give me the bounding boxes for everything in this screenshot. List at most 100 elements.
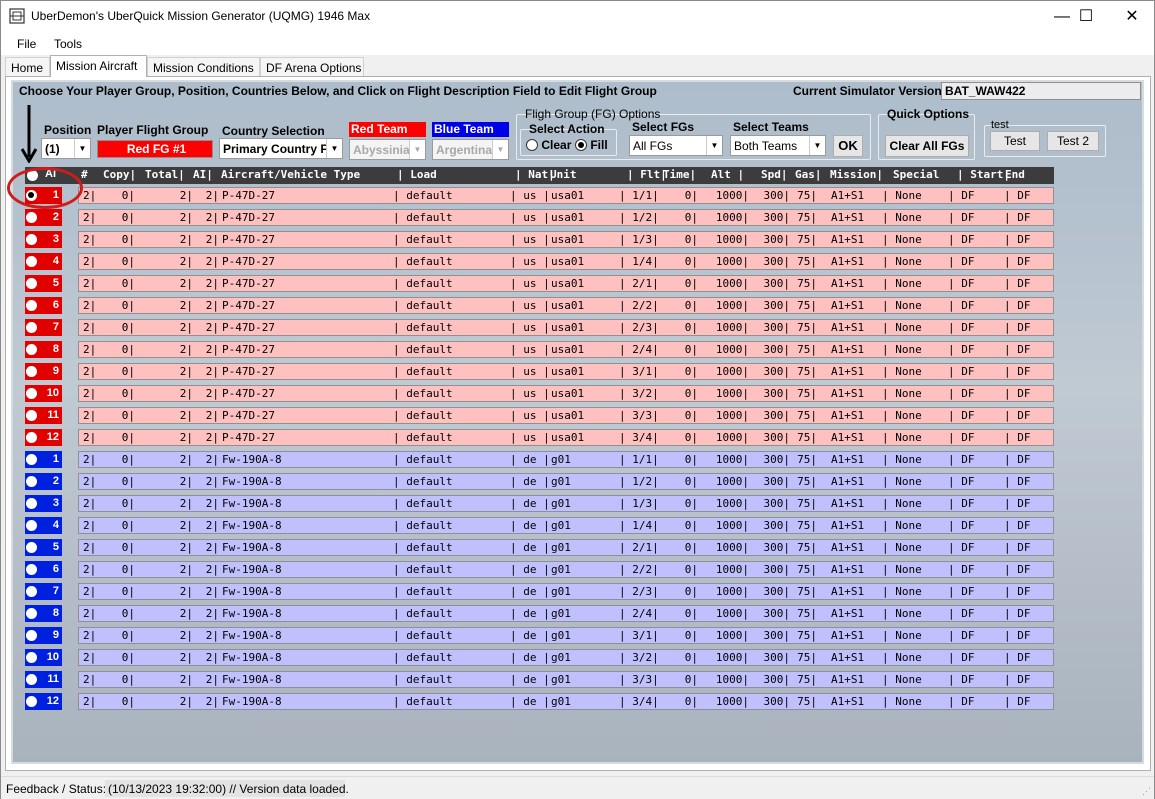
flight-description-field[interactable]: 2| 0| 2| 2| Fw-190A-8 | default | de | g01 | 1/3… xyxy=(78,495,1054,512)
fg-select-button[interactable]: 11 xyxy=(25,407,62,424)
fg-select-button[interactable]: 4 xyxy=(25,517,62,534)
position-dropdown[interactable]: (1) ▼ xyxy=(41,138,91,159)
cell-nat: | us | xyxy=(510,255,550,268)
fg-select-button[interactable]: 2 xyxy=(25,209,62,226)
flight-description-field[interactable]: 2| 0| 2| 2| Fw-190A-8 | default | de | g01 | 3/3… xyxy=(78,671,1054,688)
select-teams-dropdown[interactable]: Both Teams ▼ xyxy=(730,135,826,156)
tab-home[interactable]: Home xyxy=(5,57,50,77)
cell-gas: 75| xyxy=(797,409,817,422)
cell-special: | None xyxy=(882,255,922,268)
fg-select-button[interactable]: 3 xyxy=(25,231,62,248)
fg-select-button[interactable]: 9 xyxy=(25,627,62,644)
fg-select-button[interactable]: 9 xyxy=(25,363,62,380)
flight-description-field[interactable]: 2| 0| 2| 2| P-47D-27 | default | us | usa01 | 3/… xyxy=(78,385,1054,402)
flight-description-field[interactable]: 2| 0| 2| 2| Fw-190A-8 | default | de | g01 | 1/4… xyxy=(78,517,1054,534)
blue-team-dropdown[interactable]: Argentina ▼ xyxy=(432,139,509,160)
test-button[interactable]: Test xyxy=(990,131,1040,151)
fg-select-button[interactable]: 12 xyxy=(25,693,62,710)
country-dropdown[interactable]: Primary Country F ▼ xyxy=(219,138,343,159)
flight-description-field[interactable]: 2| 0| 2| 2| P-47D-27 | default | us | usa01 | 3/… xyxy=(78,363,1054,380)
cell-special: | None xyxy=(882,563,922,576)
tab-mission-aircraft[interactable]: Mission Aircraft xyxy=(50,55,147,77)
cell-alt: 1000| xyxy=(715,453,749,466)
close-button[interactable]: ✕ xyxy=(1109,1,1155,32)
flight-description-field[interactable]: 2| 0| 2| 2| Fw-190A-8 | default | de | g01 | 2/3… xyxy=(78,583,1054,600)
flight-description-field[interactable]: 2| 0| 2| 2| P-47D-27 | default | us | usa01 | 2/… xyxy=(78,297,1054,314)
tab-df-arena-options[interactable]: DF Arena Options xyxy=(260,57,364,77)
fg-select-button[interactable]: 10 xyxy=(25,385,62,402)
fg-select-button[interactable]: 2 xyxy=(25,473,62,490)
select-fgs-dropdown[interactable]: All FGs ▼ xyxy=(629,135,723,156)
ok-button[interactable]: OK xyxy=(833,135,863,157)
fg-select-button[interactable]: 6 xyxy=(25,297,62,314)
fg-select-button[interactable]: 1 xyxy=(25,451,62,468)
cell-ai: 2| xyxy=(205,277,219,290)
cell-time: 0| xyxy=(684,497,698,510)
fg-select-button[interactable]: 11 xyxy=(25,671,62,688)
resize-grip-icon[interactable]: ⋰ xyxy=(1142,786,1151,797)
flight-description-field[interactable]: 2| 0| 2| 2| Fw-190A-8 | default | de | g01 | 2/4… xyxy=(78,605,1054,622)
fg-select-button[interactable]: 3 xyxy=(25,495,62,512)
table-row: 9 2| 0| 2| 2| P-47D-27 | default | us | usa01 | 3… xyxy=(25,363,1054,381)
cell-mission: A1+S1 xyxy=(831,629,865,642)
cell-mission: A1+S1 xyxy=(831,497,865,510)
instruction-text: Choose Your Player Group, Position, Coun… xyxy=(19,84,657,98)
flight-description-field[interactable]: 2| 0| 2| 2| Fw-190A-8 | default | de | g01 | 3/4… xyxy=(78,693,1054,710)
cell-total: 2| xyxy=(179,211,193,224)
fg-select-button[interactable]: 7 xyxy=(25,583,62,600)
cell-fg: 2| xyxy=(83,233,97,246)
flight-description-field[interactable]: 2| 0| 2| 2| P-47D-27 | default | us | usa01 | 1/… xyxy=(78,187,1054,204)
fg-select-button[interactable]: 4 xyxy=(25,253,62,270)
tab-mission-conditions[interactable]: Mission Conditions xyxy=(147,57,260,77)
fg-select-button[interactable]: 7 xyxy=(25,319,62,336)
flight-description-field[interactable]: 2| 0| 2| 2| P-47D-27 | default | us | usa01 | 2/… xyxy=(78,275,1054,292)
red-team-dropdown[interactable]: Abyssinia ▼ xyxy=(349,139,426,160)
cell-nat: | us | xyxy=(510,321,550,334)
fg-select-button[interactable]: 6 xyxy=(25,561,62,578)
cell-time: 0| xyxy=(684,365,698,378)
cell-type: P-47D-27 xyxy=(222,299,275,312)
player-fg-field[interactable]: Red FG #1 xyxy=(97,140,213,158)
flight-description-field[interactable]: 2| 0| 2| 2| Fw-190A-8 | default | de | g01 | 3/1… xyxy=(78,627,1054,644)
flight-description-field[interactable]: 2| 0| 2| 2| P-47D-27 | default | us | usa01 | 1/… xyxy=(78,231,1054,248)
flight-description-field[interactable]: 2| 0| 2| 2| P-47D-27 | default | us | usa01 | 2/… xyxy=(78,319,1054,336)
cell-gas: 75| xyxy=(797,431,817,444)
cell-total: 2| xyxy=(179,189,193,202)
flight-description-field[interactable]: 2| 0| 2| 2| Fw-190A-8 | default | de | g01 | 3/2… xyxy=(78,649,1054,666)
country-selection-label: Country Selection xyxy=(222,124,325,138)
fg-select-button[interactable]: 5 xyxy=(25,539,62,556)
fill-radio[interactable]: Fill xyxy=(575,138,608,152)
cell-copy: 0| xyxy=(121,321,135,334)
cell-spd: 300| xyxy=(763,387,791,400)
flight-description-field[interactable]: 2| 0| 2| 2| P-47D-27 | default | us | usa01 | 2/… xyxy=(78,341,1054,358)
cell-ai: 2| xyxy=(205,299,219,312)
flight-description-field[interactable]: 2| 0| 2| 2| P-47D-27 | default | us | usa01 | 1/… xyxy=(78,253,1054,270)
cell-gas: 75| xyxy=(797,365,817,378)
flight-description-field[interactable]: 2| 0| 2| 2| P-47D-27 | default | us | usa01 | 3/… xyxy=(78,429,1054,446)
flight-description-field[interactable]: 2| 0| 2| 2| P-47D-27 | default | us | usa01 | 1/… xyxy=(78,209,1054,226)
clear-radio[interactable]: Clear xyxy=(526,138,571,152)
fg-select-button[interactable]: 10 xyxy=(25,649,62,666)
fg-select-button[interactable]: 8 xyxy=(25,341,62,358)
maximize-button[interactable]: ☐ xyxy=(1063,1,1109,32)
flight-description-field[interactable]: 2| 0| 2| 2| Fw-190A-8 | default | de | g01 | 1/1… xyxy=(78,451,1054,468)
cell-special: | None xyxy=(882,651,922,664)
flight-description-field[interactable]: 2| 0| 2| 2| Fw-190A-8 | default | de | g01 | 2/1… xyxy=(78,539,1054,556)
flight-description-field[interactable]: 2| 0| 2| 2| Fw-190A-8 | default | de | g01 | 2/2… xyxy=(78,561,1054,578)
flight-description-field[interactable]: 2| 0| 2| 2| P-47D-27 | default | us | usa01 | 3/… xyxy=(78,407,1054,424)
cell-flt: | 2/3| xyxy=(619,321,659,334)
menu-tools[interactable]: Tools xyxy=(54,37,82,51)
sim-version-field: BAT_WAW422 xyxy=(941,82,1141,100)
fg-select-button[interactable]: 12 xyxy=(25,429,62,446)
menu-file[interactable]: File xyxy=(17,37,36,51)
fg-select-button[interactable]: 8 xyxy=(25,605,62,622)
flight-description-field[interactable]: 2| 0| 2| 2| Fw-190A-8 | default | de | g01 | 1/2… xyxy=(78,473,1054,490)
cell-gas: 75| xyxy=(797,321,817,334)
fg-select-button[interactable]: 5 xyxy=(25,275,62,292)
cell-total: 2| xyxy=(179,255,193,268)
cell-end: | DF xyxy=(1004,409,1031,422)
clear-all-fgs-button[interactable]: Clear All FGs xyxy=(885,135,969,157)
cell-special: | None xyxy=(882,343,922,356)
test2-button[interactable]: Test 2 xyxy=(1047,131,1099,151)
cell-total: 2| xyxy=(179,519,193,532)
